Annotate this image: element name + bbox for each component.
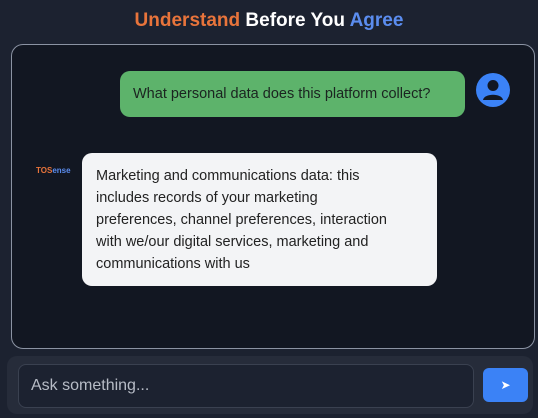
- send-button[interactable]: ➤: [483, 368, 528, 402]
- tosense-logo: TOSense: [36, 166, 71, 175]
- user-message-bubble: What personal data does this platform co…: [120, 71, 465, 117]
- bot-message-line: with we/our digital services, marketing …: [96, 234, 369, 250]
- send-icon: ➤: [500, 378, 511, 392]
- bot-message-line: Marketing and communications data: this: [96, 168, 360, 184]
- bot-message-line: includes records of your marketing: [96, 190, 318, 206]
- ask-input[interactable]: [18, 364, 474, 408]
- title-word-agree: Agree: [349, 10, 404, 31]
- title-word-understand: Understand: [134, 10, 241, 31]
- bot-message-line: preferences, channel preferences, intera…: [96, 212, 387, 228]
- user-avatar-icon: [476, 73, 510, 107]
- page-title: Understand Before You Agree: [0, 10, 538, 32]
- title-words-before-you: Before You: [240, 10, 350, 31]
- bot-message-line: communications with us: [96, 256, 250, 272]
- bot-message-bubble: Marketing and communications data: this …: [82, 153, 437, 286]
